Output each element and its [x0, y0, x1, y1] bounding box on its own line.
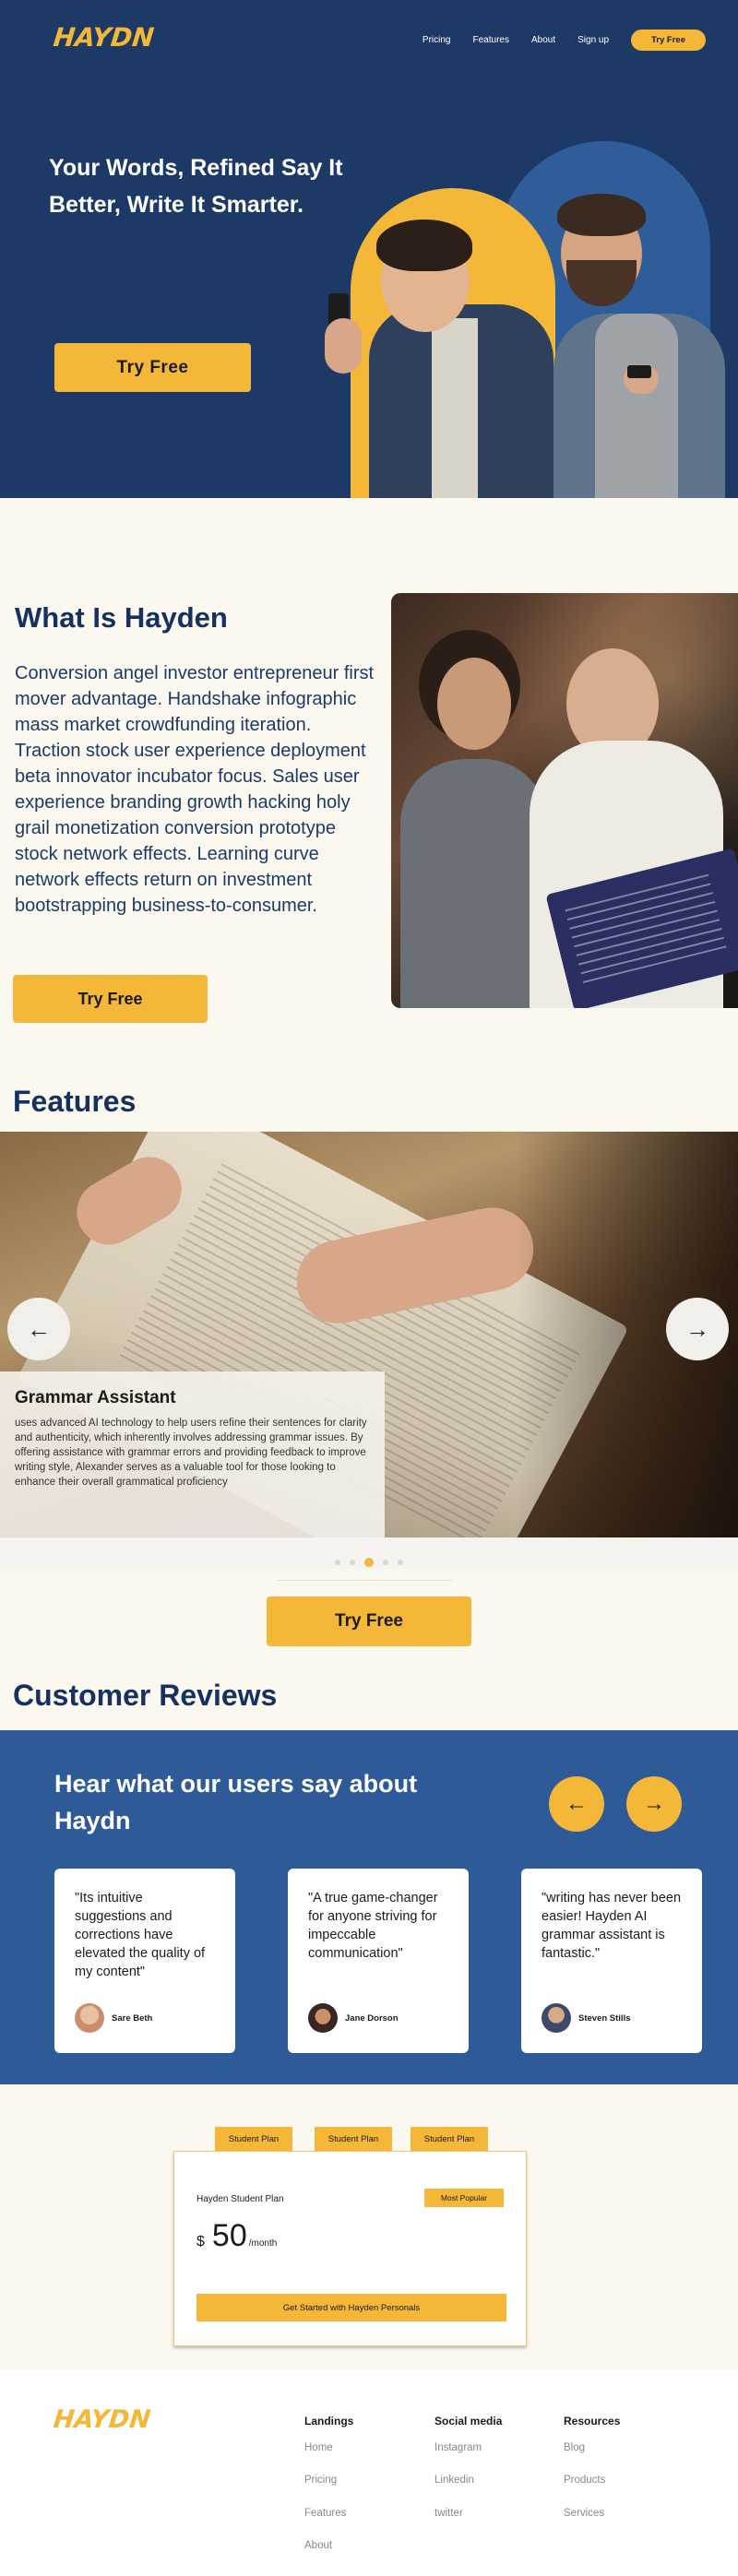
review-quote: "A true game-changer for anyone striving…: [308, 1891, 438, 1961]
reviews-heading: Hear what our users say about Haydn: [54, 1770, 418, 1834]
carousel-dot[interactable]: [350, 1560, 355, 1565]
review-card: "Its intuitive suggestions and correctio…: [54, 1869, 235, 2053]
review-card: "A true game-changer for anyone striving…: [288, 1869, 469, 2053]
features-try-free-button[interactable]: Try Free: [267, 1597, 471, 1646]
slide-text: uses advanced AI technology to help user…: [15, 1418, 367, 1488]
hero-try-free-button[interactable]: Try Free: [54, 343, 251, 392]
footer-heading: Resources: [564, 2415, 621, 2428]
nav-features[interactable]: Features: [473, 35, 509, 45]
footer-link-pricing[interactable]: Pricing: [304, 2475, 337, 2486]
carousel-dot[interactable]: [398, 1560, 403, 1565]
footer: [0, 2369, 738, 2576]
nav-about[interactable]: About: [531, 35, 555, 45]
avatar: [542, 2003, 571, 2033]
avatar: [308, 2003, 338, 2033]
reviews-title: Customer Reviews: [13, 1679, 278, 1712]
carousel-dots: [335, 1558, 403, 1567]
carousel-dot[interactable]: [383, 1560, 388, 1565]
arrow-left-icon: ←: [565, 1791, 588, 1816]
footer-link-features[interactable]: Features: [304, 2508, 346, 2519]
footer-link-products[interactable]: Products: [564, 2475, 605, 2486]
plan-price: $ 50 /month: [196, 2218, 277, 2254]
pricing-tab[interactable]: Student Plan: [315, 2127, 392, 2151]
footer-link-home[interactable]: Home: [304, 2442, 333, 2453]
slide-title: Grammar Assistant: [15, 1388, 176, 1407]
price-currency: $: [196, 2234, 205, 2250]
footer-link-blog[interactable]: Blog: [564, 2442, 585, 2453]
pricing-card: Hayden Student Plan Most Popular $ 50 /m…: [173, 2151, 527, 2346]
hero-section: HAYDN Pricing Features About Sign up Try…: [0, 0, 738, 498]
features-title: Features: [13, 1085, 137, 1118]
review-card: "writing has never been easier! Hayden A…: [521, 1869, 702, 2053]
what-is-body: Conversion angel investor entrepreneur f…: [15, 663, 375, 916]
nav-pricing[interactable]: Pricing: [423, 35, 451, 45]
arrow-right-icon: →: [685, 1314, 709, 1343]
get-started-button[interactable]: Get Started with Hayden Personals: [196, 2294, 506, 2321]
footer-heading: Landings: [304, 2415, 354, 2428]
footer-link-services[interactable]: Services: [564, 2508, 604, 2519]
plan-name: Hayden Student Plan: [196, 2194, 284, 2204]
reviewer-name: Jane Dorson: [345, 2012, 399, 2024]
nav-signup[interactable]: Sign up: [577, 35, 609, 45]
reviews-next-button[interactable]: →: [626, 1776, 682, 1832]
carousel-next-button[interactable]: →: [666, 1298, 729, 1360]
divider: [277, 1580, 452, 1581]
pricing-tab[interactable]: Student Plan: [411, 2127, 488, 2151]
review-quote: "Its intuitive suggestions and correctio…: [75, 1891, 206, 1979]
reviews-prev-button[interactable]: ←: [549, 1776, 604, 1832]
footer-heading: Social media: [434, 2415, 503, 2428]
price-period: /month: [248, 2238, 278, 2249]
footer-column-landings: Landings Home Pricing Features About: [304, 2415, 354, 2551]
price-amount: 50: [211, 2218, 247, 2253]
carousel-dot[interactable]: [335, 1560, 340, 1565]
most-popular-badge: Most Popular: [423, 2189, 504, 2207]
logo[interactable]: HAYDN: [52, 22, 155, 53]
reviewer-name: Sare Beth: [112, 2012, 153, 2024]
footer-column-resources: Resources Blog Products Services: [564, 2415, 621, 2519]
footer-link-about[interactable]: About: [304, 2540, 332, 2551]
slide-caption: Grammar Assistant uses advanced AI techn…: [0, 1371, 385, 1537]
footer-column-social: Social media Instagram Linkedin twitter: [434, 2415, 503, 2519]
footer-logo[interactable]: HAYDN: [52, 2405, 151, 2434]
what-try-free-button[interactable]: Try Free: [13, 975, 208, 1023]
footer-link-instagram[interactable]: Instagram: [434, 2442, 482, 2453]
hero-title: Your Words, Refined Say It Better, Write…: [49, 155, 343, 218]
pricing-tab[interactable]: Student Plan: [215, 2127, 292, 2151]
nav-try-free-button[interactable]: Try Free: [631, 30, 706, 51]
what-is-title: What Is Hayden: [15, 601, 228, 634]
reviewer-name: Steven Stills: [578, 2012, 631, 2024]
review-quote: "writing has never been easier! Hayden A…: [542, 1891, 682, 1961]
arrow-left-icon: ←: [27, 1314, 51, 1343]
arrow-right-icon: →: [643, 1791, 665, 1816]
team-photo: [391, 593, 738, 1008]
avatar: [75, 2003, 104, 2033]
page: HAYDN Pricing Features About Sign up Try…: [0, 0, 738, 2576]
top-nav: Pricing Features About Sign up Try Free: [423, 30, 706, 51]
carousel-dot-active[interactable]: [364, 1558, 374, 1567]
carousel-prev-button[interactable]: ←: [7, 1298, 70, 1360]
footer-link-twitter[interactable]: twitter: [434, 2508, 463, 2519]
footer-link-linkedin[interactable]: Linkedin: [434, 2475, 474, 2486]
